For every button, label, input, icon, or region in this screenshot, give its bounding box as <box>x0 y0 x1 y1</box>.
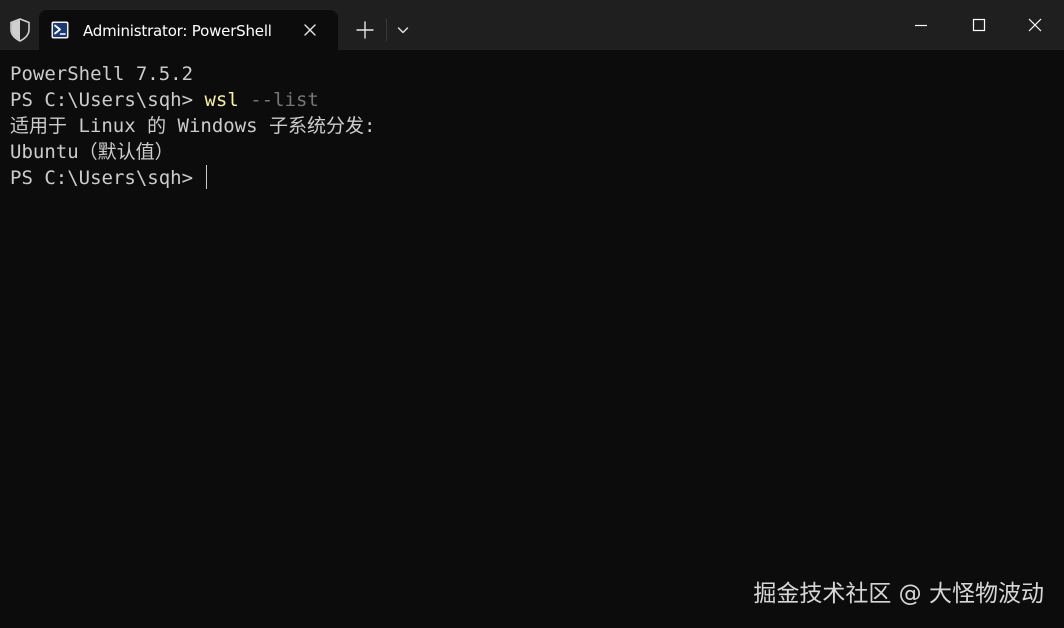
command: wsl <box>204 89 239 111</box>
prompt: PS C:\Users\sqh> <box>10 167 205 189</box>
command-line: PS C:\Users\sqh> wsl --list <box>10 87 1054 113</box>
minimize-button[interactable] <box>892 0 950 50</box>
watermark: 掘金技术社区 @ 大怪物波动 <box>753 581 1044 607</box>
title-bar: Administrator: PowerShell <box>0 0 1064 50</box>
divider <box>386 19 387 41</box>
command-argument: --list <box>238 89 319 111</box>
maximize-icon <box>972 18 986 32</box>
terminal-window: Administrator: PowerShell PowerShell 7.5… <box>0 0 1064 628</box>
close-icon <box>1028 18 1042 32</box>
tab-title: Administrator: PowerShell <box>83 22 272 40</box>
maximize-button[interactable] <box>950 0 1008 50</box>
version-line: PowerShell 7.5.2 <box>10 63 194 85</box>
output-line: Ubuntu（默认值） <box>10 141 174 163</box>
minimize-icon <box>915 24 927 27</box>
text-cursor <box>206 165 208 189</box>
new-tab-button[interactable] <box>350 15 380 45</box>
close-window-button[interactable] <box>1006 0 1064 50</box>
shield-icon <box>8 17 32 43</box>
close-tab-icon[interactable] <box>302 22 318 38</box>
output-line: 适用于 Linux 的 Windows 子系统分发: <box>10 115 376 137</box>
current-prompt-line[interactable]: PS C:\Users\sqh> <box>10 165 1054 191</box>
tab-powershell[interactable]: Administrator: PowerShell <box>39 10 338 50</box>
chevron-down-icon[interactable] <box>392 19 414 41</box>
powershell-icon <box>51 21 69 39</box>
prompt: PS C:\Users\sqh> <box>10 89 205 111</box>
terminal-output[interactable]: PowerShell 7.5.2 PS C:\Users\sqh> wsl --… <box>10 61 1054 191</box>
